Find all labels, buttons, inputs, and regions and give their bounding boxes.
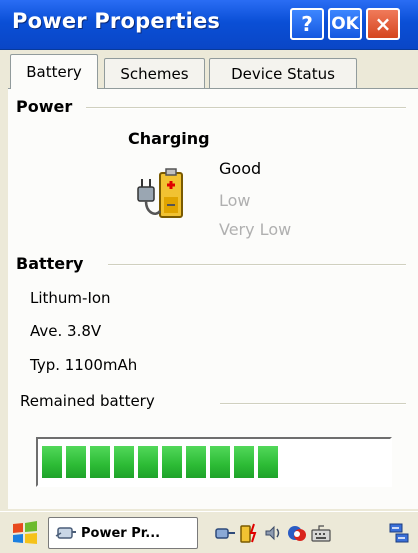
battery-tab-panel: Power Charging Good Low Very Low Battery… [8,89,418,509]
power-section-label: Power [16,97,73,116]
battery-level-segment [258,446,278,478]
title-bar[interactable]: Power Properties ? OK × [0,0,418,50]
keyboard-icon[interactable] [310,522,332,544]
tab-strip: Battery Schemes Device Status [0,52,418,90]
power-properties-task-icon [55,527,76,539]
battery-level-segment [210,446,230,478]
battery-level-fill [42,446,278,478]
tab-device-status[interactable]: Device Status [209,58,357,88]
battery-level-segment [66,446,86,478]
close-button[interactable]: × [366,8,400,40]
battery-level-segment [162,446,182,478]
level-good: Good [219,159,262,178]
ok-button[interactable]: OK [328,8,362,40]
window-title: Power Properties [12,9,221,33]
battery-level-segment [42,446,62,478]
level-low: Low [219,191,251,210]
sync-icon[interactable] [286,522,308,544]
power-divider [86,107,406,109]
battery-typical-capacity: Typ. 1100mAh [30,356,138,374]
battery-level-segment [114,446,134,478]
battery-level-segment [186,446,206,478]
battery-plug-icon [137,168,183,218]
battery-divider [108,264,406,266]
tab-schemes[interactable]: Schemes [104,58,205,88]
battery-average-voltage: Ave. 3.8V [30,322,102,340]
volume-icon[interactable] [262,522,284,544]
battery-level-segment [90,446,110,478]
remained-divider [220,403,406,405]
task-button-label: Power Pr... [81,525,161,541]
battery-type: Lithum-Ion [30,289,111,307]
help-button[interactable]: ? [290,8,324,40]
charging-status-label: Charging [128,129,210,148]
taskbar-power-properties-button[interactable]: Power Pr... [48,517,198,549]
level-very-low: Very Low [219,220,292,239]
battery-section-label: Battery [16,254,84,273]
battery-level-segment [234,446,254,478]
battery-level-bar [36,437,392,487]
network-icon[interactable] [214,522,236,544]
tab-battery[interactable]: Battery [10,54,98,89]
power-properties-window: Power Properties ? OK × Battery Schemes … [0,0,418,553]
remained-battery-label: Remained battery [20,392,155,410]
window-switch-icon[interactable] [388,522,410,544]
battery-level-segment [138,446,158,478]
start-button-icon[interactable] [10,520,40,546]
battery-charging-icon[interactable] [238,522,260,544]
taskbar: Power Pr... [0,511,418,553]
